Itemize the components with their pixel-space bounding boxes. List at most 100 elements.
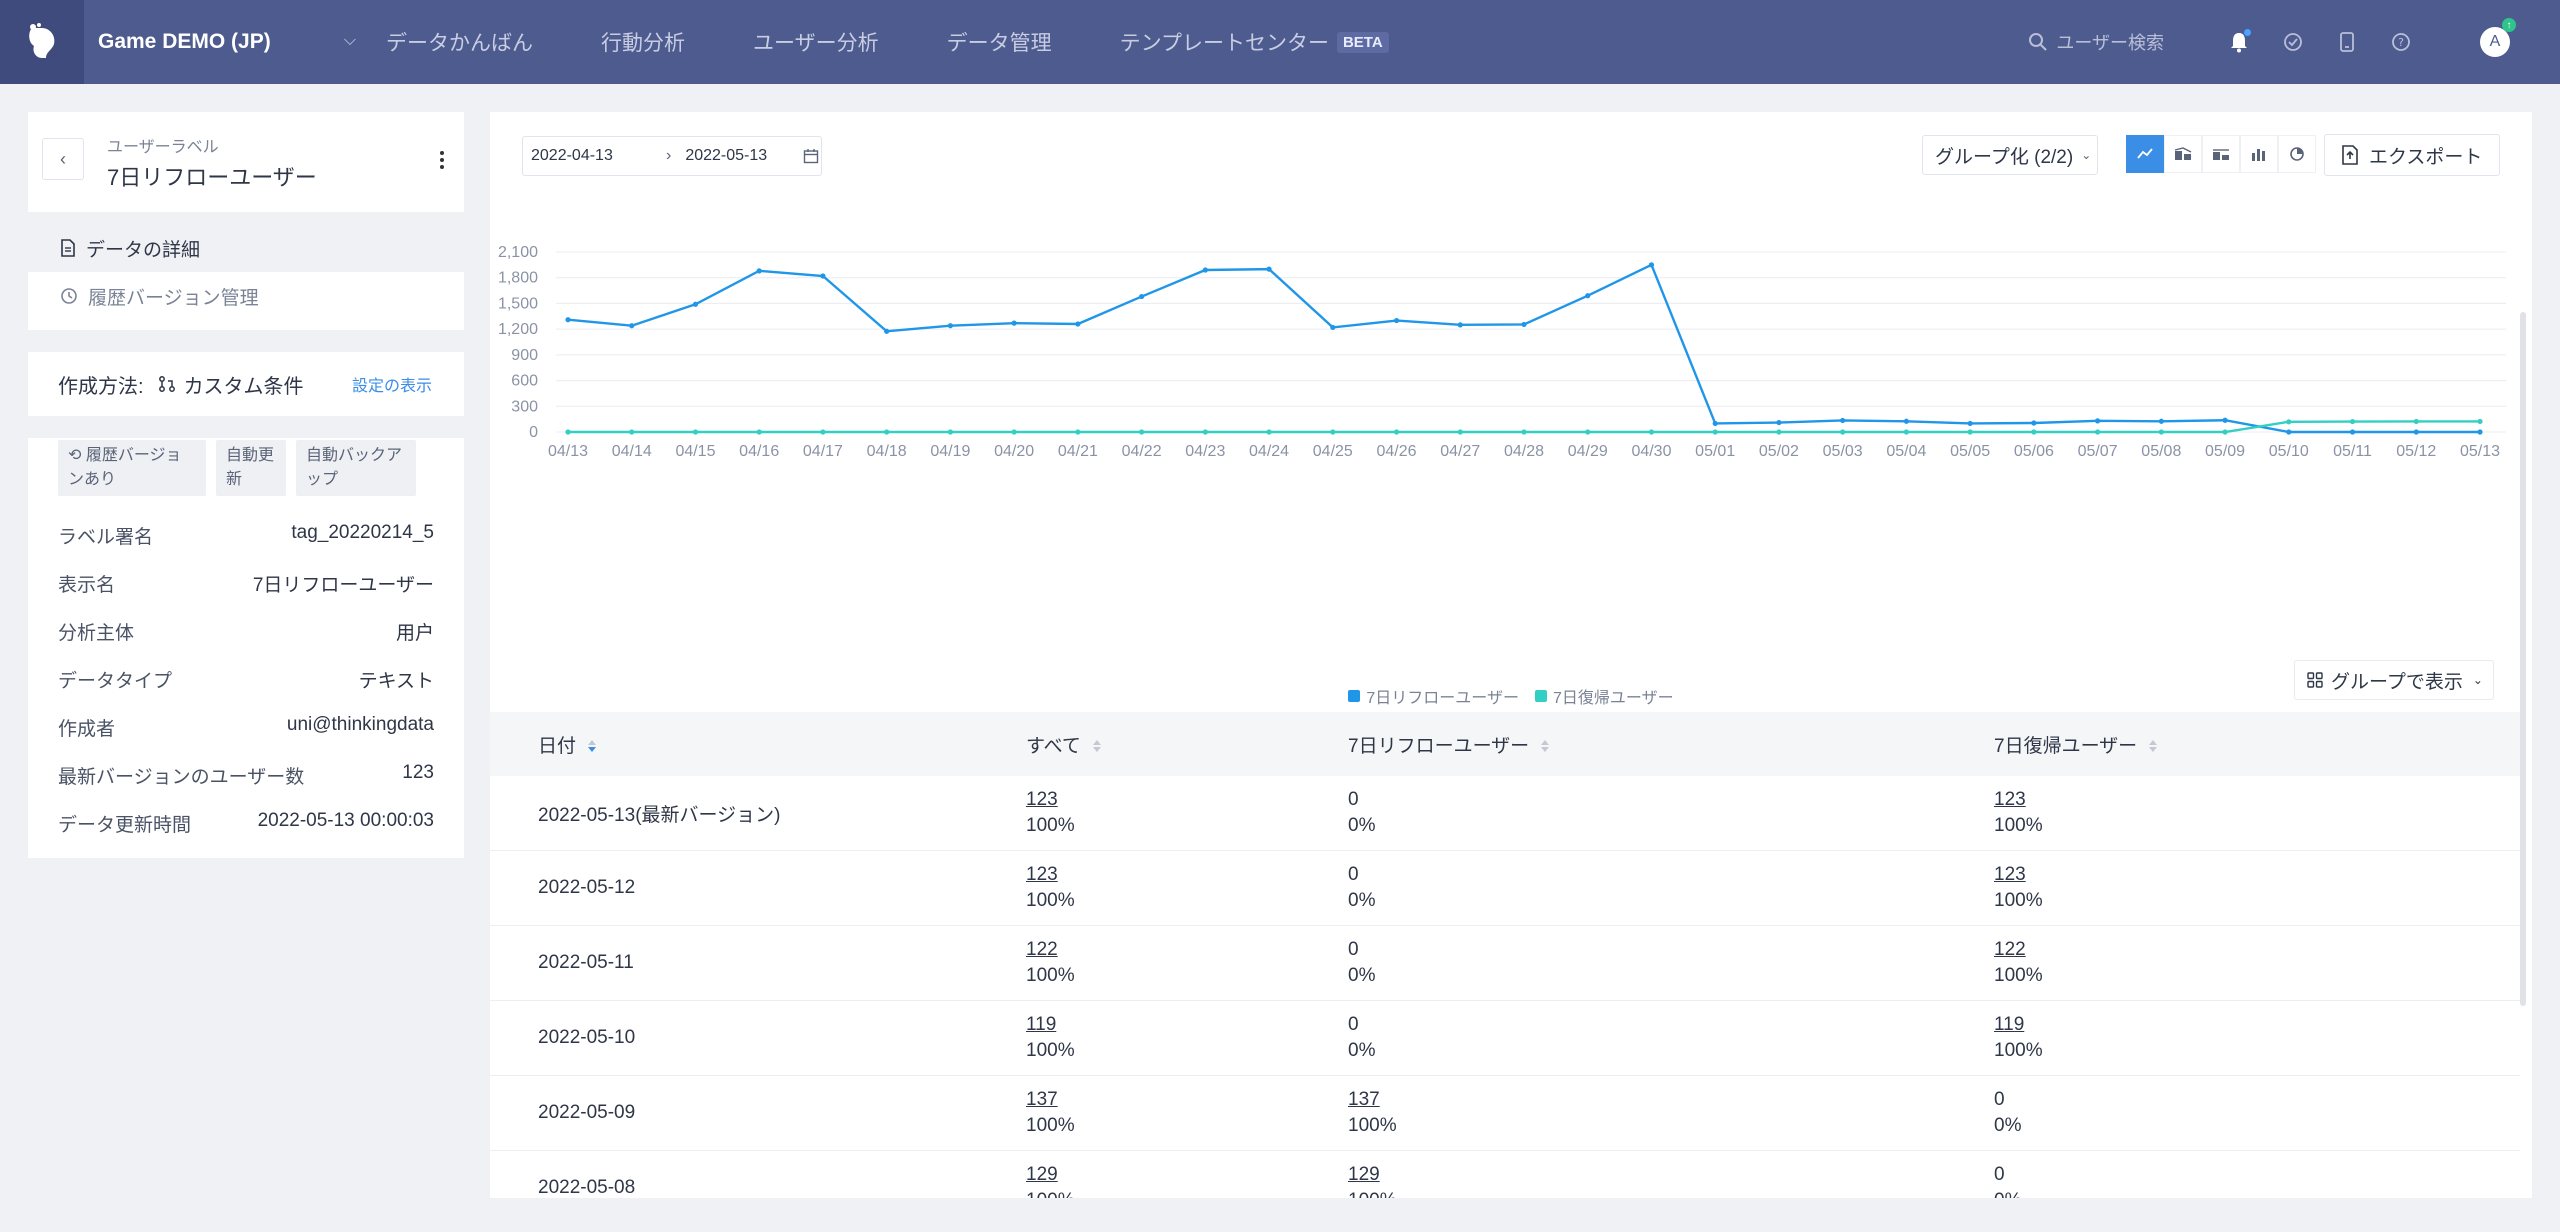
data-point [2095,429,2101,435]
method-label: 作成方法: [58,375,144,398]
data-point [884,429,890,435]
x-tick-label: 04/27 [1440,443,1480,460]
stacked-bar-icon[interactable] [2202,135,2240,173]
date-from[interactable]: 2022-04-13 [531,147,666,165]
chevron-down-icon: ⌵ [343,32,356,49]
line-chart-icon[interactable] [2126,135,2164,173]
date-range-picker[interactable]: 2022-04-13 › 2022-05-13 [522,136,822,176]
data-point [756,429,762,435]
cell-count-link: 0 [1348,864,1359,885]
data-point [884,328,890,334]
side-menu-version-history[interactable]: 履歴バージョン管理 [28,272,464,320]
mobile-icon[interactable] [2334,29,2360,55]
prop-value: 2022-05-13 00:00:03 [257,810,434,831]
history-icon [61,288,77,304]
back-button[interactable]: ‹ [42,138,84,180]
data-point [1585,429,1591,435]
menu-data-management[interactable]: データ管理 [947,27,1052,57]
bar-chart-icon[interactable] [2240,135,2278,173]
side-menu-data-detail[interactable]: データの詳細 [28,224,464,272]
show-settings-link[interactable]: 設定の表示 [352,372,432,396]
logo[interactable] [0,0,84,84]
y-tick-label: 2,100 [498,244,538,261]
cell-count-link[interactable]: 119 [1994,1012,2043,1038]
side-menu: データの詳細 履歴バージョン管理 [28,224,464,330]
data-point [2158,429,2164,435]
user-search[interactable]: ユーザー検索 [2028,29,2164,55]
col-label: すべて [1026,735,1081,757]
prop-row: データタイプ テキスト [58,666,434,693]
pie-chart-icon[interactable] [2278,135,2316,173]
label-details: ⟲ 履歴バージョンあり 自動更新 自動バックアップ ラベル署名 tag_20220… [28,438,464,858]
menu-template-center[interactable]: テンプレートセンター BETA [1120,27,1389,57]
export-button[interactable]: エクスポート [2324,134,2500,176]
x-tick-label: 04/20 [994,443,1034,460]
nav-right: ユーザー検索 ? A ↑ [2028,0,2560,84]
cell-all: 123 100% [1026,787,1075,839]
cell-count-link[interactable]: 137 [1348,1087,1397,1113]
cell-count-link[interactable]: 129 [1348,1162,1397,1188]
menu-user-analysis[interactable]: ユーザー分析 [753,27,879,57]
data-point [820,429,826,435]
data-point [1330,324,1336,331]
cell-count-link[interactable]: 122 [1994,937,2043,963]
cell-percent: 100% [1026,815,1075,836]
more-options-icon[interactable] [440,148,444,172]
prop-value: 123 [402,762,434,783]
col-series1[interactable]: 7日リフローユーザー [1348,731,1550,758]
x-tick-label: 04/24 [1249,443,1289,460]
data-point [2286,429,2292,435]
cell-count-link[interactable]: 137 [1026,1087,1075,1113]
table-row: 2022-05-11 122 100% 0 0% 122 100% [490,926,2520,1001]
cell-count-link[interactable]: 123 [1026,862,1075,888]
group-by-button[interactable]: グループ化 (2/2) ⌄ [1922,135,2098,175]
prop-value: テキスト [358,671,434,692]
avatar[interactable]: A ↑ [2480,18,2516,57]
menu-data-board[interactable]: データかんばん [386,27,533,57]
data-point [2222,417,2228,423]
help-icon[interactable]: ? [2388,29,2414,55]
cell-count-link: 0 [1994,1089,2005,1110]
branch-icon [158,376,175,392]
cell-count-link[interactable]: 129 [1026,1162,1075,1188]
cell-count-link[interactable]: 119 [1026,1012,1075,1038]
prop-row: 表示名 7日リフローユーザー [58,570,434,597]
cell-series2: 00% [1994,1087,2021,1139]
legend-item[interactable]: 7日リフローユーザー [1348,684,1519,708]
arrow-right-icon: › [666,147,672,164]
task-check-icon[interactable] [2280,29,2306,55]
project-selector[interactable]: Game DEMO (JP) ⌵ [84,30,356,54]
legend-item[interactable]: 7日復帰ユーザー [1535,684,1674,708]
avatar-initial: A [2489,33,2501,50]
line-chart-svg: 0 300 600 900 1,200 1,500 1,800 2,100 04/13 04/14… [498,244,2506,460]
bell-icon[interactable] [2226,29,2252,55]
col-date[interactable]: 日付 [538,731,597,758]
data-point [1648,429,1655,435]
data-point [1266,429,1272,435]
cell-count-link[interactable]: 123 [1994,787,2043,813]
data-point [565,317,571,323]
cell-count-link[interactable]: 122 [1026,937,1075,963]
data-point [1202,429,1208,435]
prop-key: データ更新時間 [58,815,192,836]
cell-date: 2022-05-09 [538,1102,636,1123]
x-tick-label: 05/13 [2460,443,2500,460]
data-point [2477,429,2483,435]
cell-all: 123 100% [1026,862,1075,914]
cell-count-link[interactable]: 123 [1026,787,1075,813]
cell-count-link[interactable]: 123 [1994,862,2043,888]
chart-legend: 7日リフローユーザー 7日復帰ユーザー [490,684,2532,708]
date-to[interactable]: 2022-05-13 [685,147,803,165]
cell-percent: 100% [1348,1115,1397,1136]
menu-behavior-analysis[interactable]: 行動分析 [601,27,685,57]
scrollbar[interactable] [2520,312,2526,1006]
stacked-area-icon[interactable] [2164,135,2202,173]
x-tick-label: 05/02 [1759,443,1799,460]
cell-series1: 0 0% [1348,862,1375,914]
group-view-toggle[interactable]: グループで表示 ⌄ [2294,660,2494,700]
method-value: カスタム条件 [158,370,304,399]
col-all[interactable]: すべて [1026,731,1102,758]
x-tick-label: 04/16 [739,443,779,460]
col-series2[interactable]: 7日復帰ユーザー [1994,731,2158,758]
data-point [629,323,635,329]
